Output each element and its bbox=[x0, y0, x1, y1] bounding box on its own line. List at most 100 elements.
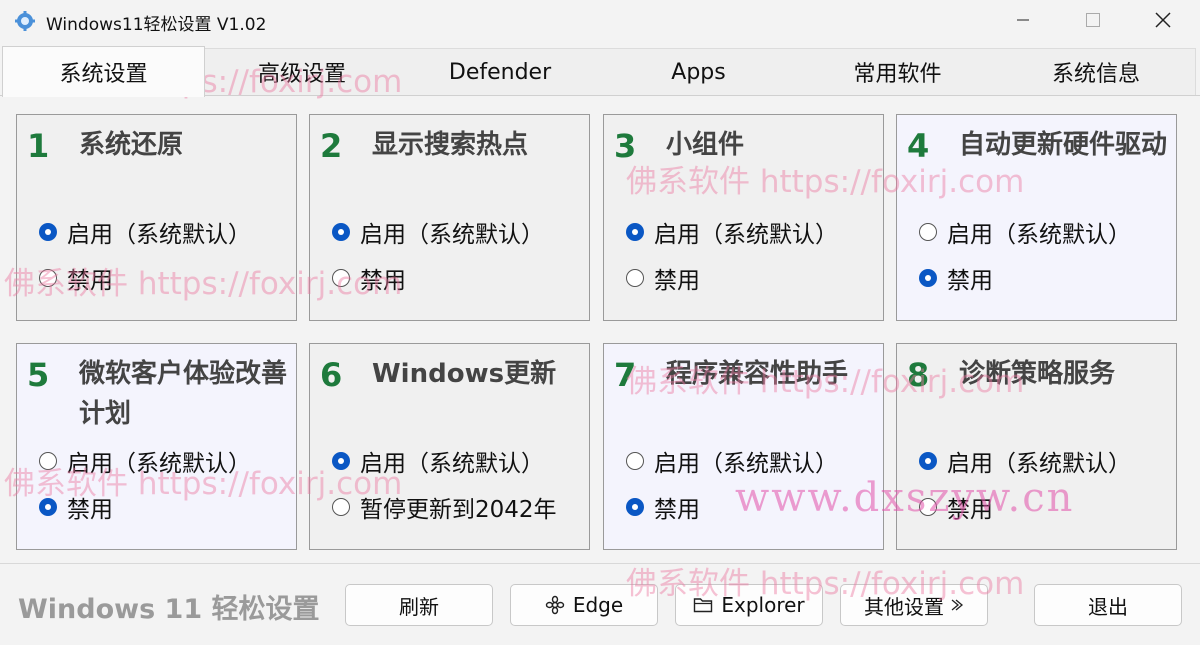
tab-bar: 系统设置 高级设置 Defender Apps 常用软件 系统信息 bbox=[0, 46, 1200, 97]
option-label: 启用（系统默认） bbox=[947, 222, 1131, 248]
refresh-button[interactable]: 刷新 bbox=[345, 584, 493, 626]
option-label: 启用（系统默认） bbox=[654, 222, 838, 248]
tab-defender[interactable]: Defender bbox=[401, 48, 600, 95]
option-label: 禁用 bbox=[654, 497, 700, 523]
maximize-button[interactable] bbox=[1070, 0, 1116, 40]
card-title: 自动更新硬件驱动 bbox=[959, 130, 1168, 160]
explorer-button[interactable]: Explorer bbox=[675, 584, 823, 626]
card-title: 诊断策略服务 bbox=[959, 359, 1116, 389]
settings-gear-app-icon bbox=[14, 10, 36, 32]
radio-checked-icon[interactable] bbox=[332, 223, 350, 241]
flower-icon bbox=[545, 595, 565, 615]
radio-unchecked-icon[interactable] bbox=[332, 269, 350, 287]
tab-system-info[interactable]: 系统信息 bbox=[997, 48, 1196, 95]
card-compat-assistant: 7 程序兼容性助手 启用（系统默认） 禁用 bbox=[603, 343, 884, 550]
option-disable[interactable]: 禁用 bbox=[626, 264, 700, 294]
card-number: 4 bbox=[907, 127, 930, 165]
option-label: 暂停更新到2042年 bbox=[360, 497, 557, 523]
explorer-button-label: Explorer bbox=[721, 593, 805, 617]
option-disable[interactable]: 禁用 bbox=[626, 493, 700, 523]
card-title: 程序兼容性助手 bbox=[666, 359, 849, 389]
card-title: Windows更新 bbox=[372, 359, 557, 389]
tab-apps[interactable]: Apps bbox=[599, 48, 799, 95]
option-enable[interactable]: 启用（系统默认） bbox=[332, 218, 544, 248]
radio-unchecked-icon[interactable] bbox=[332, 498, 350, 516]
refresh-button-label: 刷新 bbox=[399, 594, 439, 619]
radio-unchecked-icon[interactable] bbox=[919, 223, 937, 241]
radio-unchecked-icon[interactable] bbox=[39, 269, 57, 287]
exit-button[interactable]: 退出 bbox=[1034, 584, 1182, 626]
tab-advanced-settings[interactable]: 高级设置 bbox=[203, 48, 402, 95]
option-disable[interactable]: 禁用 bbox=[919, 493, 993, 523]
folder-icon bbox=[693, 596, 713, 614]
tab-common-software[interactable]: 常用软件 bbox=[798, 48, 998, 95]
close-icon bbox=[1155, 12, 1171, 28]
card-ceip: 5 微软客户体验改善计划 启用（系统默认） 禁用 bbox=[16, 343, 297, 550]
radio-checked-icon[interactable] bbox=[39, 223, 57, 241]
card-title: 显示搜索热点 bbox=[372, 130, 529, 160]
card-number: 6 bbox=[320, 356, 343, 394]
card-number: 8 bbox=[907, 356, 930, 394]
option-label: 启用（系统默认） bbox=[360, 451, 544, 477]
card-title: 小组件 bbox=[666, 130, 745, 160]
double-chevron-right-icon bbox=[950, 598, 964, 612]
card-driver-updates: 4 自动更新硬件驱动 启用（系统默认） 禁用 bbox=[896, 114, 1177, 321]
radio-unchecked-icon[interactable] bbox=[919, 498, 937, 516]
close-button[interactable] bbox=[1140, 0, 1186, 40]
title-bar: Windows11轻松设置 V1.02 bbox=[0, 0, 1200, 42]
edge-button-label: Edge bbox=[572, 593, 624, 617]
radio-unchecked-icon[interactable] bbox=[626, 452, 644, 470]
radio-unchecked-icon[interactable] bbox=[39, 452, 57, 470]
card-title: 微软客户体验改善计划 bbox=[79, 359, 288, 429]
option-enable[interactable]: 启用（系统默认） bbox=[919, 218, 1131, 248]
radio-checked-icon[interactable] bbox=[919, 269, 937, 287]
option-disable[interactable]: 禁用 bbox=[332, 264, 406, 294]
option-pause-updates[interactable]: 暂停更新到2042年 bbox=[332, 493, 557, 523]
radio-checked-icon[interactable] bbox=[332, 452, 350, 470]
option-enable[interactable]: 启用（系统默认） bbox=[39, 218, 251, 248]
option-disable[interactable]: 禁用 bbox=[39, 493, 113, 523]
option-enable[interactable]: 启用（系统默认） bbox=[626, 218, 838, 248]
tab-system-settings[interactable]: 系统设置 bbox=[2, 46, 205, 97]
radio-checked-icon[interactable] bbox=[626, 223, 644, 241]
option-label: 禁用 bbox=[360, 268, 406, 294]
card-number: 1 bbox=[27, 127, 50, 165]
option-label: 启用（系统默认） bbox=[654, 451, 838, 477]
footer-brand: Windows 11 轻松设置 bbox=[18, 594, 320, 625]
minimize-button[interactable] bbox=[1000, 0, 1046, 40]
card-number: 5 bbox=[27, 356, 50, 394]
option-enable[interactable]: 启用（系统默认） bbox=[626, 447, 838, 477]
card-number: 3 bbox=[614, 127, 637, 165]
card-number: 7 bbox=[614, 356, 637, 394]
card-search-highlights: 2 显示搜索热点 启用（系统默认） 禁用 bbox=[309, 114, 590, 321]
option-disable[interactable]: 禁用 bbox=[919, 264, 993, 294]
card-widgets: 3 小组件 启用（系统默认） 禁用 bbox=[603, 114, 884, 321]
maximize-icon bbox=[1086, 13, 1100, 27]
edge-button[interactable]: Edge bbox=[510, 584, 658, 626]
radio-checked-icon[interactable] bbox=[626, 498, 644, 516]
radio-checked-icon[interactable] bbox=[919, 452, 937, 470]
window-title: Windows11轻松设置 V1.02 bbox=[46, 15, 267, 35]
footer-divider bbox=[0, 563, 1200, 564]
option-label: 启用（系统默认） bbox=[947, 451, 1131, 477]
card-title: 系统还原 bbox=[79, 130, 184, 160]
radio-unchecked-icon[interactable] bbox=[626, 269, 644, 287]
card-number: 2 bbox=[320, 127, 343, 165]
card-windows-update: 6 Windows更新 启用（系统默认） 暂停更新到2042年 bbox=[309, 343, 590, 550]
option-enable[interactable]: 启用（系统默认） bbox=[39, 447, 251, 477]
option-label: 禁用 bbox=[654, 268, 700, 294]
option-enable[interactable]: 启用（系统默认） bbox=[332, 447, 544, 477]
option-disable[interactable]: 禁用 bbox=[39, 264, 113, 294]
exit-button-label: 退出 bbox=[1088, 594, 1128, 619]
option-label: 启用（系统默认） bbox=[360, 222, 544, 248]
option-label: 禁用 bbox=[67, 497, 113, 523]
minimize-icon bbox=[1017, 19, 1029, 21]
option-label: 启用（系统默认） bbox=[67, 222, 251, 248]
radio-checked-icon[interactable] bbox=[39, 498, 57, 516]
option-label: 禁用 bbox=[947, 268, 993, 294]
option-label: 禁用 bbox=[947, 497, 993, 523]
option-enable[interactable]: 启用（系统默认） bbox=[919, 447, 1131, 477]
other-settings-label: 其他设置 bbox=[864, 594, 944, 619]
card-system-restore: 1 系统还原 启用（系统默认） 禁用 bbox=[16, 114, 297, 321]
other-settings-button[interactable]: 其他设置 bbox=[840, 584, 988, 626]
